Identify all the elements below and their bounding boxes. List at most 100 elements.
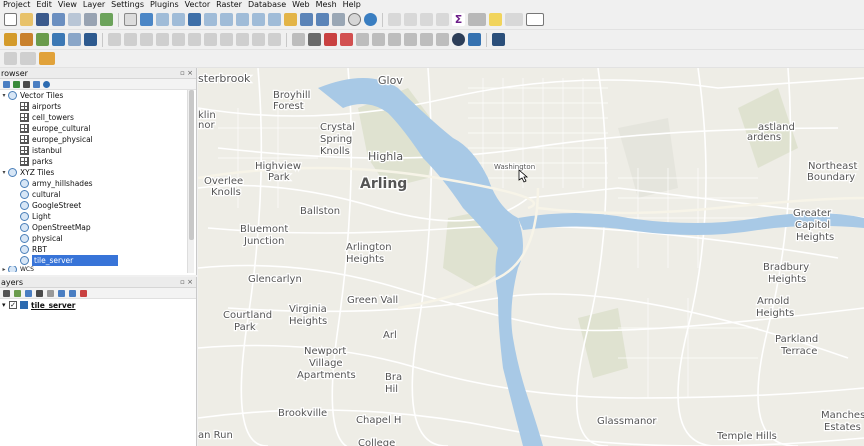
panel-controls-icon[interactable]: ▫ × bbox=[180, 68, 196, 78]
zoom-next-icon[interactable] bbox=[268, 13, 281, 26]
add-layer-icon[interactable] bbox=[4, 33, 17, 46]
filter-expression-icon[interactable] bbox=[47, 289, 54, 297]
refresh-icon[interactable] bbox=[13, 80, 20, 88]
zoom-selection-icon[interactable] bbox=[204, 13, 217, 26]
toggle-editing-icon[interactable] bbox=[124, 33, 137, 46]
label-rules-icon[interactable] bbox=[436, 33, 449, 46]
browser-item-googlestreet[interactable]: GoogleStreet bbox=[0, 200, 196, 211]
zoom-layer-icon[interactable] bbox=[220, 13, 233, 26]
current-edits-icon[interactable] bbox=[108, 33, 121, 46]
browser-item-europe-physical[interactable]: europe_physical bbox=[0, 134, 196, 145]
zoom-in-icon[interactable] bbox=[156, 13, 169, 26]
browser-item-light[interactable]: Light bbox=[0, 211, 196, 222]
menu-web[interactable]: Web bbox=[289, 0, 312, 10]
collapse-all-icon[interactable] bbox=[69, 289, 76, 297]
layer-style-icon[interactable] bbox=[39, 52, 55, 65]
browser-item-physical[interactable]: physical bbox=[0, 233, 196, 244]
vector-layer-icon[interactable] bbox=[36, 33, 49, 46]
add-group-icon[interactable] bbox=[14, 289, 21, 297]
zoom-out-icon[interactable] bbox=[172, 13, 185, 26]
virtual-layer-icon[interactable] bbox=[84, 33, 97, 46]
label-tool-icon[interactable] bbox=[292, 33, 305, 46]
expand-all-icon[interactable] bbox=[58, 289, 65, 297]
mesh-layer-icon[interactable] bbox=[68, 33, 81, 46]
statistics-icon[interactable]: Σ bbox=[452, 13, 465, 26]
identify-icon[interactable] bbox=[388, 13, 401, 26]
browser-item-istanbul[interactable]: istanbul bbox=[0, 145, 196, 156]
manage-visibility-icon[interactable] bbox=[25, 289, 32, 297]
annotation-icon[interactable] bbox=[505, 13, 523, 26]
pan-to-selection-icon[interactable] bbox=[140, 13, 153, 26]
browser-item-parks[interactable]: parks bbox=[0, 156, 196, 167]
menu-layer[interactable]: Layer bbox=[80, 0, 108, 10]
save-as-icon[interactable] bbox=[52, 13, 65, 26]
browser-item-cell-towers[interactable]: cell_towers bbox=[0, 112, 196, 123]
browser-item-airports[interactable]: airports bbox=[0, 101, 196, 112]
browser-scrollbar[interactable] bbox=[187, 90, 194, 273]
zoom-native-icon[interactable] bbox=[236, 13, 249, 26]
collapse-all-icon[interactable] bbox=[33, 80, 40, 88]
save-project-icon[interactable] bbox=[36, 13, 49, 26]
new-3d-view-icon[interactable] bbox=[300, 13, 313, 26]
save-edits-icon[interactable] bbox=[140, 33, 153, 46]
diagram-icon[interactable] bbox=[420, 33, 433, 46]
attribute-table-icon[interactable] bbox=[436, 13, 449, 26]
browser-item-army-hillshades[interactable]: army_hillshades bbox=[0, 178, 196, 189]
menu-raster[interactable]: Raster bbox=[213, 0, 245, 10]
refresh-icon[interactable] bbox=[364, 13, 377, 26]
measure-icon[interactable] bbox=[468, 13, 486, 26]
redo-icon[interactable] bbox=[268, 33, 281, 46]
layer-row[interactable]: ▾ ✓ tile_server bbox=[0, 299, 196, 311]
style-manager-icon[interactable] bbox=[100, 13, 113, 26]
text-annotation-icon[interactable] bbox=[526, 13, 544, 26]
move-label-icon[interactable] bbox=[356, 33, 369, 46]
show-bookmarks-icon[interactable] bbox=[332, 13, 345, 26]
new-map-view-icon[interactable] bbox=[284, 13, 297, 26]
panel-controls-icon[interactable]: ▫ × bbox=[180, 277, 196, 287]
pan-icon[interactable] bbox=[124, 13, 137, 26]
map-tips-icon[interactable] bbox=[489, 13, 502, 26]
open-project-icon[interactable] bbox=[20, 13, 33, 26]
browser-item-wcs[interactable]: ▸ WCS bbox=[0, 266, 196, 272]
digitize-icon[interactable] bbox=[156, 33, 169, 46]
zoom-full-icon[interactable] bbox=[188, 13, 201, 26]
undo-icon[interactable] bbox=[252, 33, 265, 46]
data-source-manager-icon[interactable] bbox=[20, 33, 33, 46]
menu-view[interactable]: View bbox=[55, 0, 80, 10]
remove-layer-icon[interactable] bbox=[80, 289, 87, 297]
paste-icon[interactable] bbox=[236, 33, 249, 46]
label-properties-icon[interactable] bbox=[404, 33, 417, 46]
deselect-icon[interactable] bbox=[420, 13, 433, 26]
menu-plugins[interactable]: Plugins bbox=[147, 0, 182, 10]
highlight-labels-icon[interactable] bbox=[324, 33, 337, 46]
browser-item-openstreetmap[interactable]: OpenStreetMap bbox=[0, 222, 196, 233]
processing-toolbox-icon[interactable] bbox=[492, 33, 505, 46]
raster-layer-icon[interactable] bbox=[52, 33, 65, 46]
temporal-controller-icon[interactable] bbox=[348, 13, 361, 26]
spatial-bookmark-icon[interactable] bbox=[316, 13, 329, 26]
filter-legend-icon[interactable] bbox=[36, 289, 43, 297]
show-hide-labels-icon[interactable] bbox=[340, 33, 353, 46]
menu-help[interactable]: Help bbox=[340, 0, 364, 10]
open-styling-icon[interactable] bbox=[3, 289, 10, 297]
change-label-icon[interactable] bbox=[388, 33, 401, 46]
select-features-icon[interactable] bbox=[404, 13, 417, 26]
expand-arrow-icon[interactable]: ▾ bbox=[0, 167, 8, 178]
copy-icon[interactable] bbox=[220, 33, 233, 46]
add-selected-icon[interactable] bbox=[3, 80, 10, 88]
select-layer-icon[interactable] bbox=[20, 52, 36, 65]
plugin-icon[interactable] bbox=[452, 33, 465, 46]
print-layout-icon[interactable] bbox=[68, 13, 81, 26]
menu-settings[interactable]: Settings bbox=[108, 0, 147, 10]
browser-item-xyz-tiles[interactable]: ▾ XYZ Tiles bbox=[0, 167, 196, 178]
expand-arrow-icon[interactable]: ▸ bbox=[0, 266, 8, 272]
new-layer-icon[interactable] bbox=[4, 52, 17, 65]
browser-item-tile-server[interactable]: tile_server bbox=[0, 255, 196, 266]
info-icon[interactable] bbox=[43, 80, 50, 88]
browser-item-rbt[interactable]: RBT bbox=[0, 244, 196, 255]
new-project-icon[interactable] bbox=[4, 13, 17, 26]
menu-project[interactable]: Project bbox=[0, 0, 33, 10]
browser-item-vector-tiles[interactable]: ▾ Vector Tiles bbox=[0, 90, 196, 101]
menu-edit[interactable]: Edit bbox=[33, 0, 55, 10]
vertex-tool-icon[interactable] bbox=[172, 33, 185, 46]
